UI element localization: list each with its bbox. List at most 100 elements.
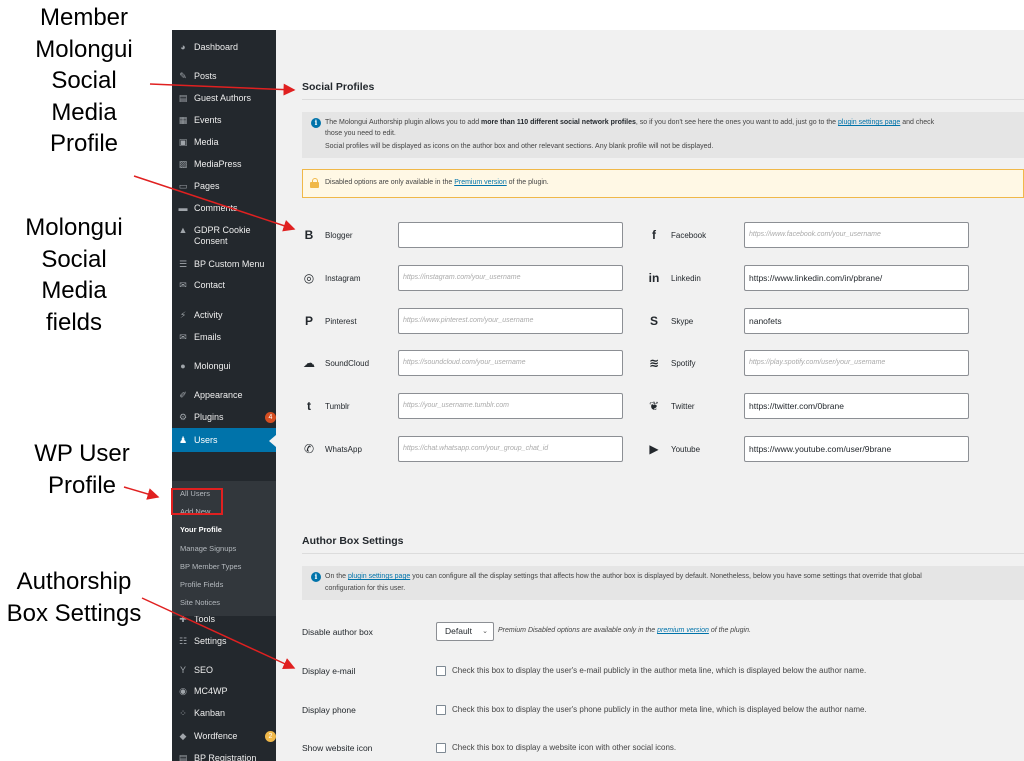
tumblr-icon: t: [307, 399, 311, 413]
submenu-profile-fields[interactable]: Profile Fields: [180, 580, 223, 590]
social-label-soundcloud: SoundCloud: [325, 359, 370, 368]
update-count-badge: 4: [265, 412, 276, 423]
social-input-pinterest[interactable]: https://www.pinterest.com/your_username: [398, 308, 623, 334]
sidebar-item-wordfence[interactable]: ◆ Wordfence 2: [172, 731, 276, 742]
sidebar-item-emails[interactable]: ✉ Emails: [172, 332, 276, 343]
sidebar-item-pages[interactable]: ▭ Pages: [172, 181, 276, 192]
your-profile-highlight: [171, 488, 223, 515]
social-profiles-title: Social Profiles: [302, 81, 375, 93]
sidebar-item-dashboard[interactable]: ◕ Dashboard: [172, 42, 276, 53]
mc4wp-icon: ◉: [179, 686, 187, 696]
registration-icon: ▤: [178, 753, 188, 761]
annotation-line: Box Settings: [6, 599, 142, 627]
soundcloud-icon: ☁: [303, 356, 315, 370]
submenu-manage-signups[interactable]: Manage Signups: [180, 544, 236, 554]
sidebar-item-users[interactable]: ♟ Users: [172, 428, 276, 452]
display-phone-checkbox[interactable]: [436, 705, 446, 715]
submenu-your-profile[interactable]: Your Profile: [180, 525, 222, 535]
annotation-line: WP User: [34, 440, 130, 467]
wordfence-icon: ◆: [179, 731, 187, 741]
sidebar-item-guest-authors[interactable]: ▤ Guest Authors: [172, 93, 276, 104]
social-info-notice: i The Molongui Authorship plugin allows …: [302, 112, 1024, 158]
social-input-youtube[interactable]: https://www.youtube.com/user/9brane: [744, 436, 969, 462]
annotation-line: Social: [41, 245, 107, 273]
seo-icon: Y: [179, 665, 186, 675]
premium-version-link[interactable]: premium version: [657, 627, 709, 634]
annotation-wp-user-profile: WP User Profile: [18, 438, 146, 501]
plugin-settings-link[interactable]: plugin settings page: [838, 119, 900, 126]
media-icon: ▣: [178, 137, 188, 147]
sidebar-item-label: Kanban: [194, 708, 226, 718]
select-value: Default: [445, 626, 472, 636]
sidebar-item-bp-registration[interactable]: ▤ BP Registration: [172, 753, 276, 761]
sidebar-item-media[interactable]: ▣ Media: [172, 137, 276, 148]
sidebar-item-comments[interactable]: ▬ Comments: [172, 203, 276, 214]
sidebar-item-gdpr-cookie-consent[interactable]: ▲ GDPR Cookie Consent: [172, 225, 276, 247]
premium-warning-text: Disabled options are only available in t…: [325, 179, 549, 186]
calendar-icon: ▦: [178, 115, 188, 125]
admin-sidebar: ◕ Dashboard ✎ Posts ▤ Guest Authors ▦ Events ▣ Me…: [172, 30, 276, 761]
annotation-line: fields: [45, 308, 103, 336]
sidebar-item-appearance[interactable]: ✐ Appearance: [172, 390, 276, 401]
submenu-site-notices[interactable]: Site Notices: [180, 598, 220, 608]
social-input-soundcloud[interactable]: https://soundcloud.com/your_username: [398, 350, 623, 376]
sidebar-item-seo[interactable]: Y SEO: [172, 665, 276, 676]
disable-author-box-select[interactable]: Default ⌄: [436, 622, 494, 641]
social-label-linkedin: Linkedin: [671, 274, 701, 283]
show-website-icon-text: Check this box to display a website icon…: [452, 743, 677, 752]
display-email-checkbox[interactable]: [436, 666, 446, 676]
molongui-icon: ●: [180, 361, 186, 371]
plugin-settings-link[interactable]: plugin settings page: [348, 573, 410, 580]
sidebar-item-kanban[interactable]: ⁘ Kanban: [172, 708, 276, 719]
notice-line-3: Social profiles will be displayed as ico…: [325, 143, 714, 150]
sidebar-item-contact[interactable]: ✉ Contact: [172, 280, 276, 291]
social-input-blogger[interactable]: [398, 222, 623, 248]
annotation-line: Molongui: [35, 35, 133, 63]
annotation-line: Media: [51, 98, 117, 126]
dashboard-icon: ◕: [180, 42, 186, 52]
social-input-skype[interactable]: nanofets: [744, 308, 969, 334]
notice-text: The Molongui Authorship plugin allows yo…: [325, 119, 482, 126]
blogger-icon: B: [304, 228, 314, 242]
annotation-line: Profile: [49, 130, 119, 157]
social-input-spotify[interactable]: https://play.spotify.com/user/your_usern…: [744, 350, 969, 376]
sidebar-item-molongui[interactable]: ● Molongui: [172, 361, 276, 372]
social-input-whatsapp[interactable]: https://chat.whatsapp.com/your_group_cha…: [398, 436, 623, 462]
social-input-twitter[interactable]: https://twitter.com/0brane: [744, 393, 969, 419]
sidebar-item-activity[interactable]: ⚡ Activity: [172, 310, 276, 321]
settings-icon: ☷: [178, 636, 188, 646]
warning-text: Disabled options are only available in t…: [325, 179, 455, 186]
sidebar-item-posts[interactable]: ✎ Posts: [172, 71, 276, 82]
comment-icon: ▬: [178, 203, 188, 213]
social-input-tumblr[interactable]: https://your_username.tumblr.com: [398, 393, 623, 419]
display-email-text: Check this box to display the user's e-m…: [452, 666, 867, 675]
facebook-icon: f: [652, 228, 656, 242]
sidebar-item-settings[interactable]: ☷ Settings: [172, 636, 276, 647]
annotation-line: Social: [51, 67, 117, 94]
social-input-instagram[interactable]: https://instagram.com/your_username: [398, 265, 623, 291]
social-label-twitter: Twitter: [671, 402, 695, 411]
premium-note: Premium Disabled options are available o…: [498, 627, 751, 634]
sidebar-item-events[interactable]: ▦ Events: [172, 115, 276, 126]
note-text: Premium Disabled options are available o…: [498, 627, 658, 634]
premium-version-link[interactable]: Premium version: [454, 179, 507, 186]
social-label-blogger: Blogger: [325, 231, 353, 240]
social-label-spotify: Spotify: [671, 359, 696, 368]
sidebar-item-plugins[interactable]: ⚙ Plugins 4: [172, 412, 276, 423]
sidebar-item-mc4wp[interactable]: ◉ MC4WP: [172, 686, 276, 697]
social-label-pinterest: Pinterest: [325, 317, 357, 326]
show-website-icon-checkbox[interactable]: [436, 743, 446, 753]
warning-text: of the plugin.: [506, 179, 549, 186]
social-input-facebook[interactable]: https://www.facebook.com/your_username: [744, 222, 969, 248]
activity-icon: ⚡: [179, 310, 187, 320]
author-notice-line-2: configuration for this user.: [325, 585, 406, 592]
submenu-bp-member-types[interactable]: BP Member Types: [180, 562, 241, 572]
sidebar-item-mediapress[interactable]: ▨ MediaPress: [172, 159, 276, 170]
annotation-line: Member: [39, 4, 129, 31]
sidebar-item-label: Users: [194, 434, 218, 445]
sidebar-item-bp-custom-menu[interactable]: ☰ BP Custom Menu: [172, 259, 276, 270]
notice-text: On the: [325, 573, 348, 580]
social-label-facebook: Facebook: [671, 231, 707, 240]
lock-icon: ▲: [178, 225, 188, 235]
social-input-linkedin[interactable]: https://www.linkedin.com/in/pbrane/: [744, 265, 969, 291]
